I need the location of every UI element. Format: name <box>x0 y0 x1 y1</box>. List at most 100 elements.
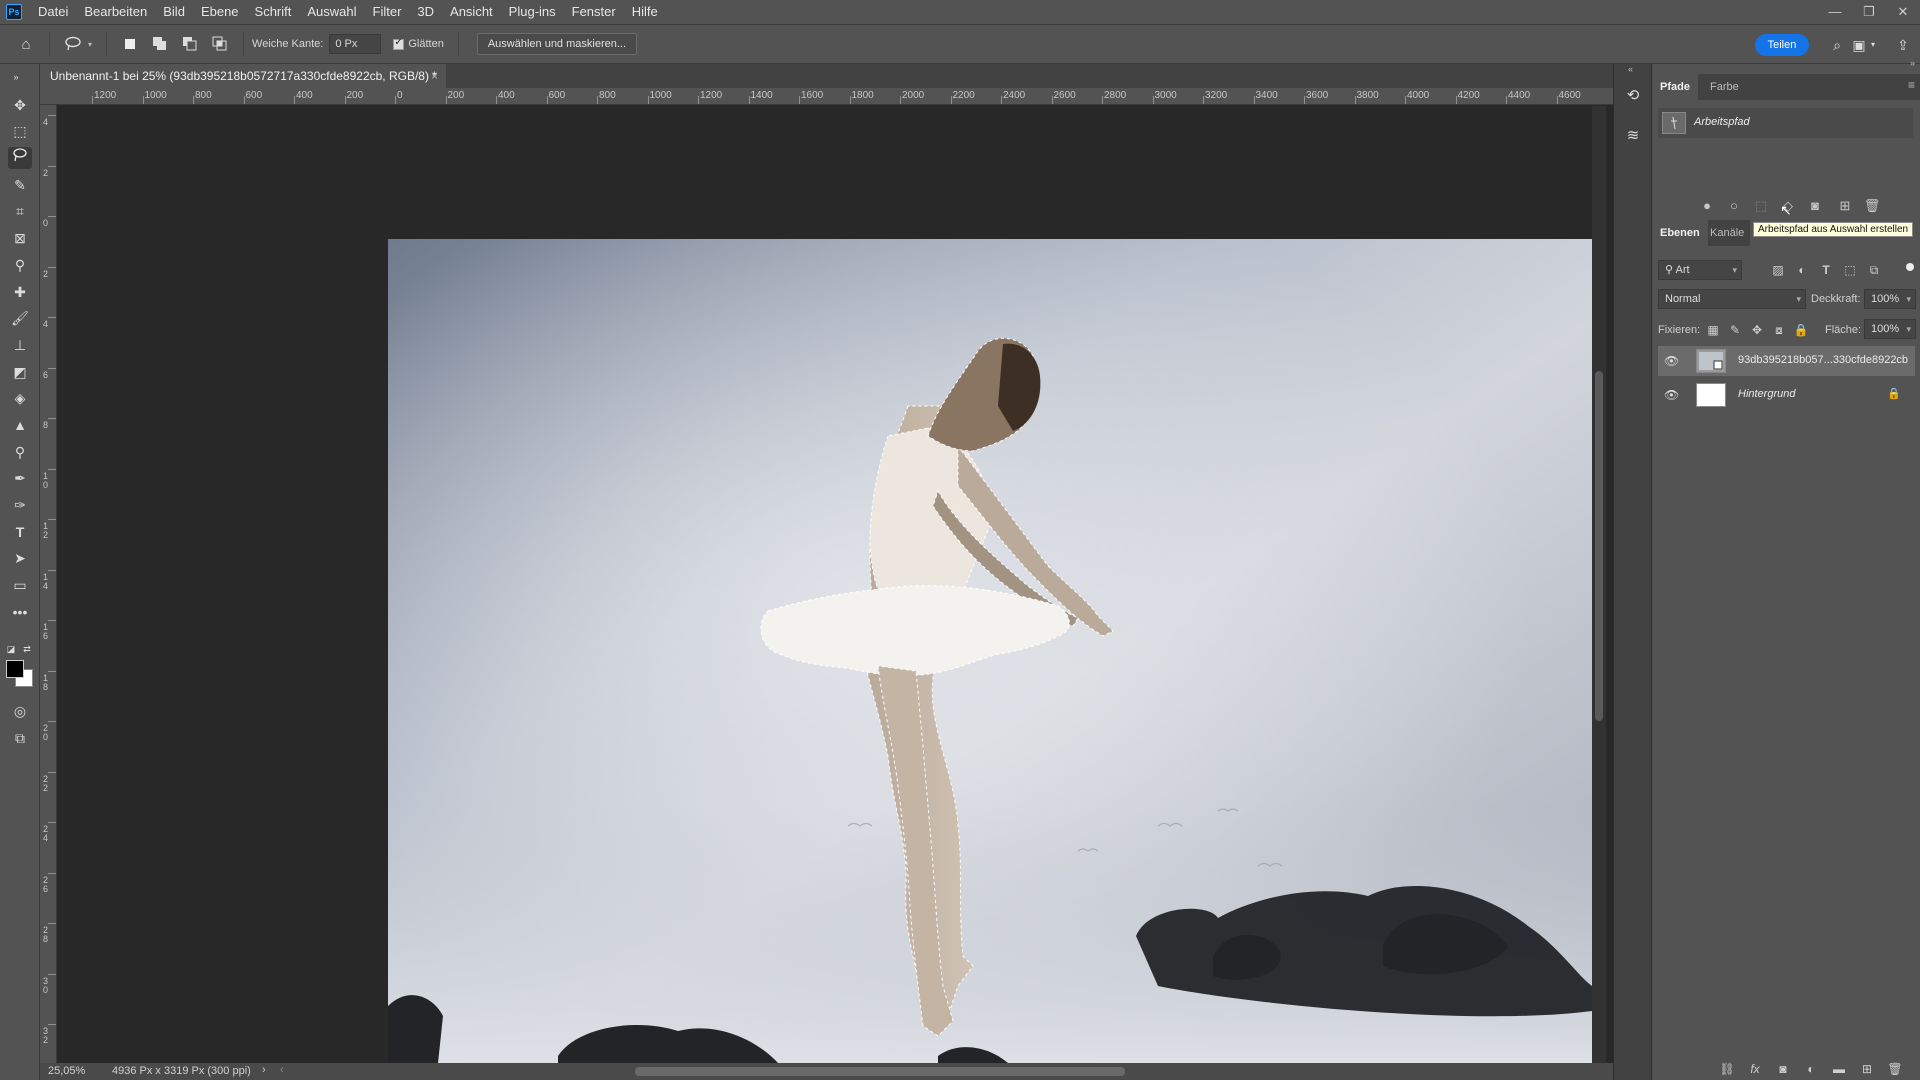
quick-mask-icon[interactable]: ◎ <box>8 700 32 722</box>
eraser-tool-icon[interactable]: ◩ <box>8 361 32 383</box>
close-tab-icon[interactable]: × <box>431 64 438 88</box>
rectangle-tool-icon[interactable]: ▭ <box>8 574 32 596</box>
document-image[interactable] <box>58 106 1592 1063</box>
eyedropper-tool-icon[interactable]: ⚲ <box>8 254 32 276</box>
menu-ansicht[interactable]: Ansicht <box>442 0 501 24</box>
menu-ebene[interactable]: Ebene <box>193 0 247 24</box>
new-selection-icon[interactable] <box>118 32 142 56</box>
new-group-icon[interactable]: ▬ <box>1830 1060 1848 1078</box>
filter-type-icon[interactable]: T <box>1817 261 1835 279</box>
tab-ebenen[interactable]: Ebenen <box>1652 220 1708 246</box>
curvature-pen-tool-icon[interactable]: ✑ <box>8 494 32 516</box>
lock-transparency-icon[interactable]: ▦ <box>1704 321 1722 339</box>
crop-tool-icon[interactable]: ⌗ <box>8 200 32 222</box>
share-button[interactable]: Teilen <box>1755 34 1809 56</box>
delete-layer-icon[interactable]: 🗑 <box>1886 1060 1904 1078</box>
horizontal-scrollbar-thumb[interactable] <box>635 1067 1125 1076</box>
canvas-area[interactable] <box>58 106 1592 1063</box>
lasso-preset-icon[interactable] <box>61 32 85 56</box>
marquee-tool-icon[interactable]: ⬚ <box>8 120 32 142</box>
path-selection-tool-icon[interactable]: ➤ <box>8 547 32 569</box>
pen-tool-icon[interactable]: ✒ <box>8 467 32 489</box>
blur-tool-icon[interactable]: ▲ <box>8 414 32 436</box>
opacity-input[interactable]: 100% ▾ <box>1864 289 1916 309</box>
lock-pixels-icon[interactable]: ✎ <box>1726 321 1744 339</box>
lock-all-icon[interactable]: 🔒 <box>1792 321 1810 339</box>
clone-stamp-tool-icon[interactable]: ⊥ <box>8 334 32 356</box>
tab-farbe[interactable]: Farbe <box>1702 74 1747 100</box>
collapse-dock-icon[interactable]: « <box>1628 64 1633 74</box>
zoom-level[interactable]: 25,05% <box>48 1065 85 1077</box>
menu-datei[interactable]: Datei <box>30 0 76 24</box>
close-window-icon[interactable]: ✕ <box>1886 0 1920 24</box>
dodge-tool-icon[interactable]: ⚲ <box>8 441 32 463</box>
filter-shape-icon[interactable]: ⬚ <box>1841 261 1859 279</box>
add-mask-icon[interactable]: ◙ <box>1805 196 1825 216</box>
panel-menu-icon[interactable]: ≡ <box>1908 78 1915 92</box>
brush-tool-icon[interactable]: 🖌 <box>8 307 32 329</box>
quick-selection-tool-icon[interactable]: ✎ <box>8 174 32 196</box>
history-icon[interactable]: ⟲ <box>1622 86 1644 108</box>
collapse-panels-icon[interactable]: » <box>1652 58 1920 72</box>
add-selection-icon[interactable] <box>148 32 172 56</box>
more-tools-icon[interactable]: ••• <box>8 601 32 623</box>
load-selection-icon[interactable]: ⬚ <box>1751 196 1771 216</box>
export-icon[interactable]: ⇪ <box>1892 34 1914 56</box>
scroll-left-icon[interactable]: ‹ <box>280 1064 284 1076</box>
checkbox-checked-icon[interactable] <box>393 37 405 50</box>
frame-tool-icon[interactable]: ⊠ <box>8 227 32 249</box>
blend-mode-dropdown[interactable]: Normal ▾ <box>1658 289 1806 309</box>
search-icon[interactable]: ⌕ <box>1826 34 1848 56</box>
chevron-down-icon[interactable]: ▾ <box>88 40 92 49</box>
lock-position-icon[interactable]: ✥ <box>1748 321 1766 339</box>
menu-filter[interactable]: Filter <box>365 0 410 24</box>
menu-plugins[interactable]: Plug-ins <box>501 0 564 24</box>
menu-hilfe[interactable]: Hilfe <box>624 0 666 24</box>
default-colors-icon[interactable]: ◪ <box>4 638 18 660</box>
intersect-selection-icon[interactable] <box>208 32 232 56</box>
tab-kanaele[interactable]: Kanäle <box>1702 220 1752 246</box>
document-tab[interactable]: Unbenannt-1 bei 25% (93db395218b0572717a… <box>40 64 446 88</box>
link-layers-icon[interactable]: ⛓ <box>1718 1060 1736 1078</box>
tab-pfade[interactable]: Pfade <box>1652 74 1698 100</box>
fill-input[interactable]: 100% ▾ <box>1864 319 1916 339</box>
lasso-tool-icon[interactable] <box>8 147 32 169</box>
select-and-mask-button[interactable]: Auswählen und maskieren... <box>476 33 638 55</box>
path-row[interactable]: Arbeitspfad <box>1658 108 1913 138</box>
paint-bucket-tool-icon[interactable]: ◈ <box>8 387 32 409</box>
fx-icon[interactable]: fx <box>1746 1060 1764 1078</box>
adjustment-layer-icon[interactable]: ◐ <box>1802 1060 1820 1078</box>
foreground-color-swatch[interactable] <box>6 660 24 678</box>
filter-adjustment-icon[interactable]: ◐ <box>1793 261 1811 279</box>
menu-auswahl[interactable]: Auswahl <box>299 0 364 24</box>
chevron-right-icon[interactable]: › <box>262 1064 266 1076</box>
new-layer-icon[interactable]: ⊞ <box>1858 1060 1876 1078</box>
menu-3d[interactable]: 3D <box>409 0 442 24</box>
visibility-eye-icon[interactable]: 👁 <box>1664 354 1679 368</box>
chevron-down-icon[interactable]: ▾ <box>1862 34 1884 56</box>
swap-colors-icon[interactable]: ⇄ <box>20 638 34 660</box>
scrollbar-thumb[interactable] <box>1595 371 1603 721</box>
antialias-checkbox[interactable]: Glätten <box>393 37 449 50</box>
layers-stack-icon[interactable]: ≋ <box>1622 126 1644 148</box>
lock-artboard-icon[interactable]: ⧇ <box>1770 321 1788 339</box>
menu-fenster[interactable]: Fenster <box>564 0 624 24</box>
menu-bearbeiten[interactable]: Bearbeiten <box>76 0 155 24</box>
layer-row[interactable]: 👁 Hintergrund 🔒 <box>1658 380 1915 410</box>
healing-brush-tool-icon[interactable]: ✚ <box>8 281 32 303</box>
vertical-scrollbar[interactable] <box>1592 106 1606 1063</box>
add-layer-mask-icon[interactable]: ◙ <box>1774 1060 1792 1078</box>
menu-bild[interactable]: Bild <box>155 0 193 24</box>
home-icon[interactable]: ⌂ <box>14 32 38 56</box>
stroke-path-icon[interactable]: ○ <box>1724 196 1744 216</box>
visibility-eye-icon[interactable]: 👁 <box>1664 388 1679 402</box>
restore-icon[interactable]: ❐ <box>1852 0 1886 24</box>
subtract-selection-icon[interactable] <box>178 32 202 56</box>
filter-smart-object-icon[interactable]: ⧉ <box>1865 261 1883 279</box>
menu-schrift[interactable]: Schrift <box>247 0 300 24</box>
filter-toggle-icon[interactable] <box>1906 263 1914 271</box>
layer-row[interactable]: 👁 93db395218b057...330cfde8922cb <box>1658 346 1915 376</box>
fill-path-icon[interactable]: ● <box>1697 196 1717 216</box>
delete-path-icon[interactable]: 🗑 <box>1862 196 1882 216</box>
minimize-icon[interactable]: — <box>1818 0 1852 24</box>
